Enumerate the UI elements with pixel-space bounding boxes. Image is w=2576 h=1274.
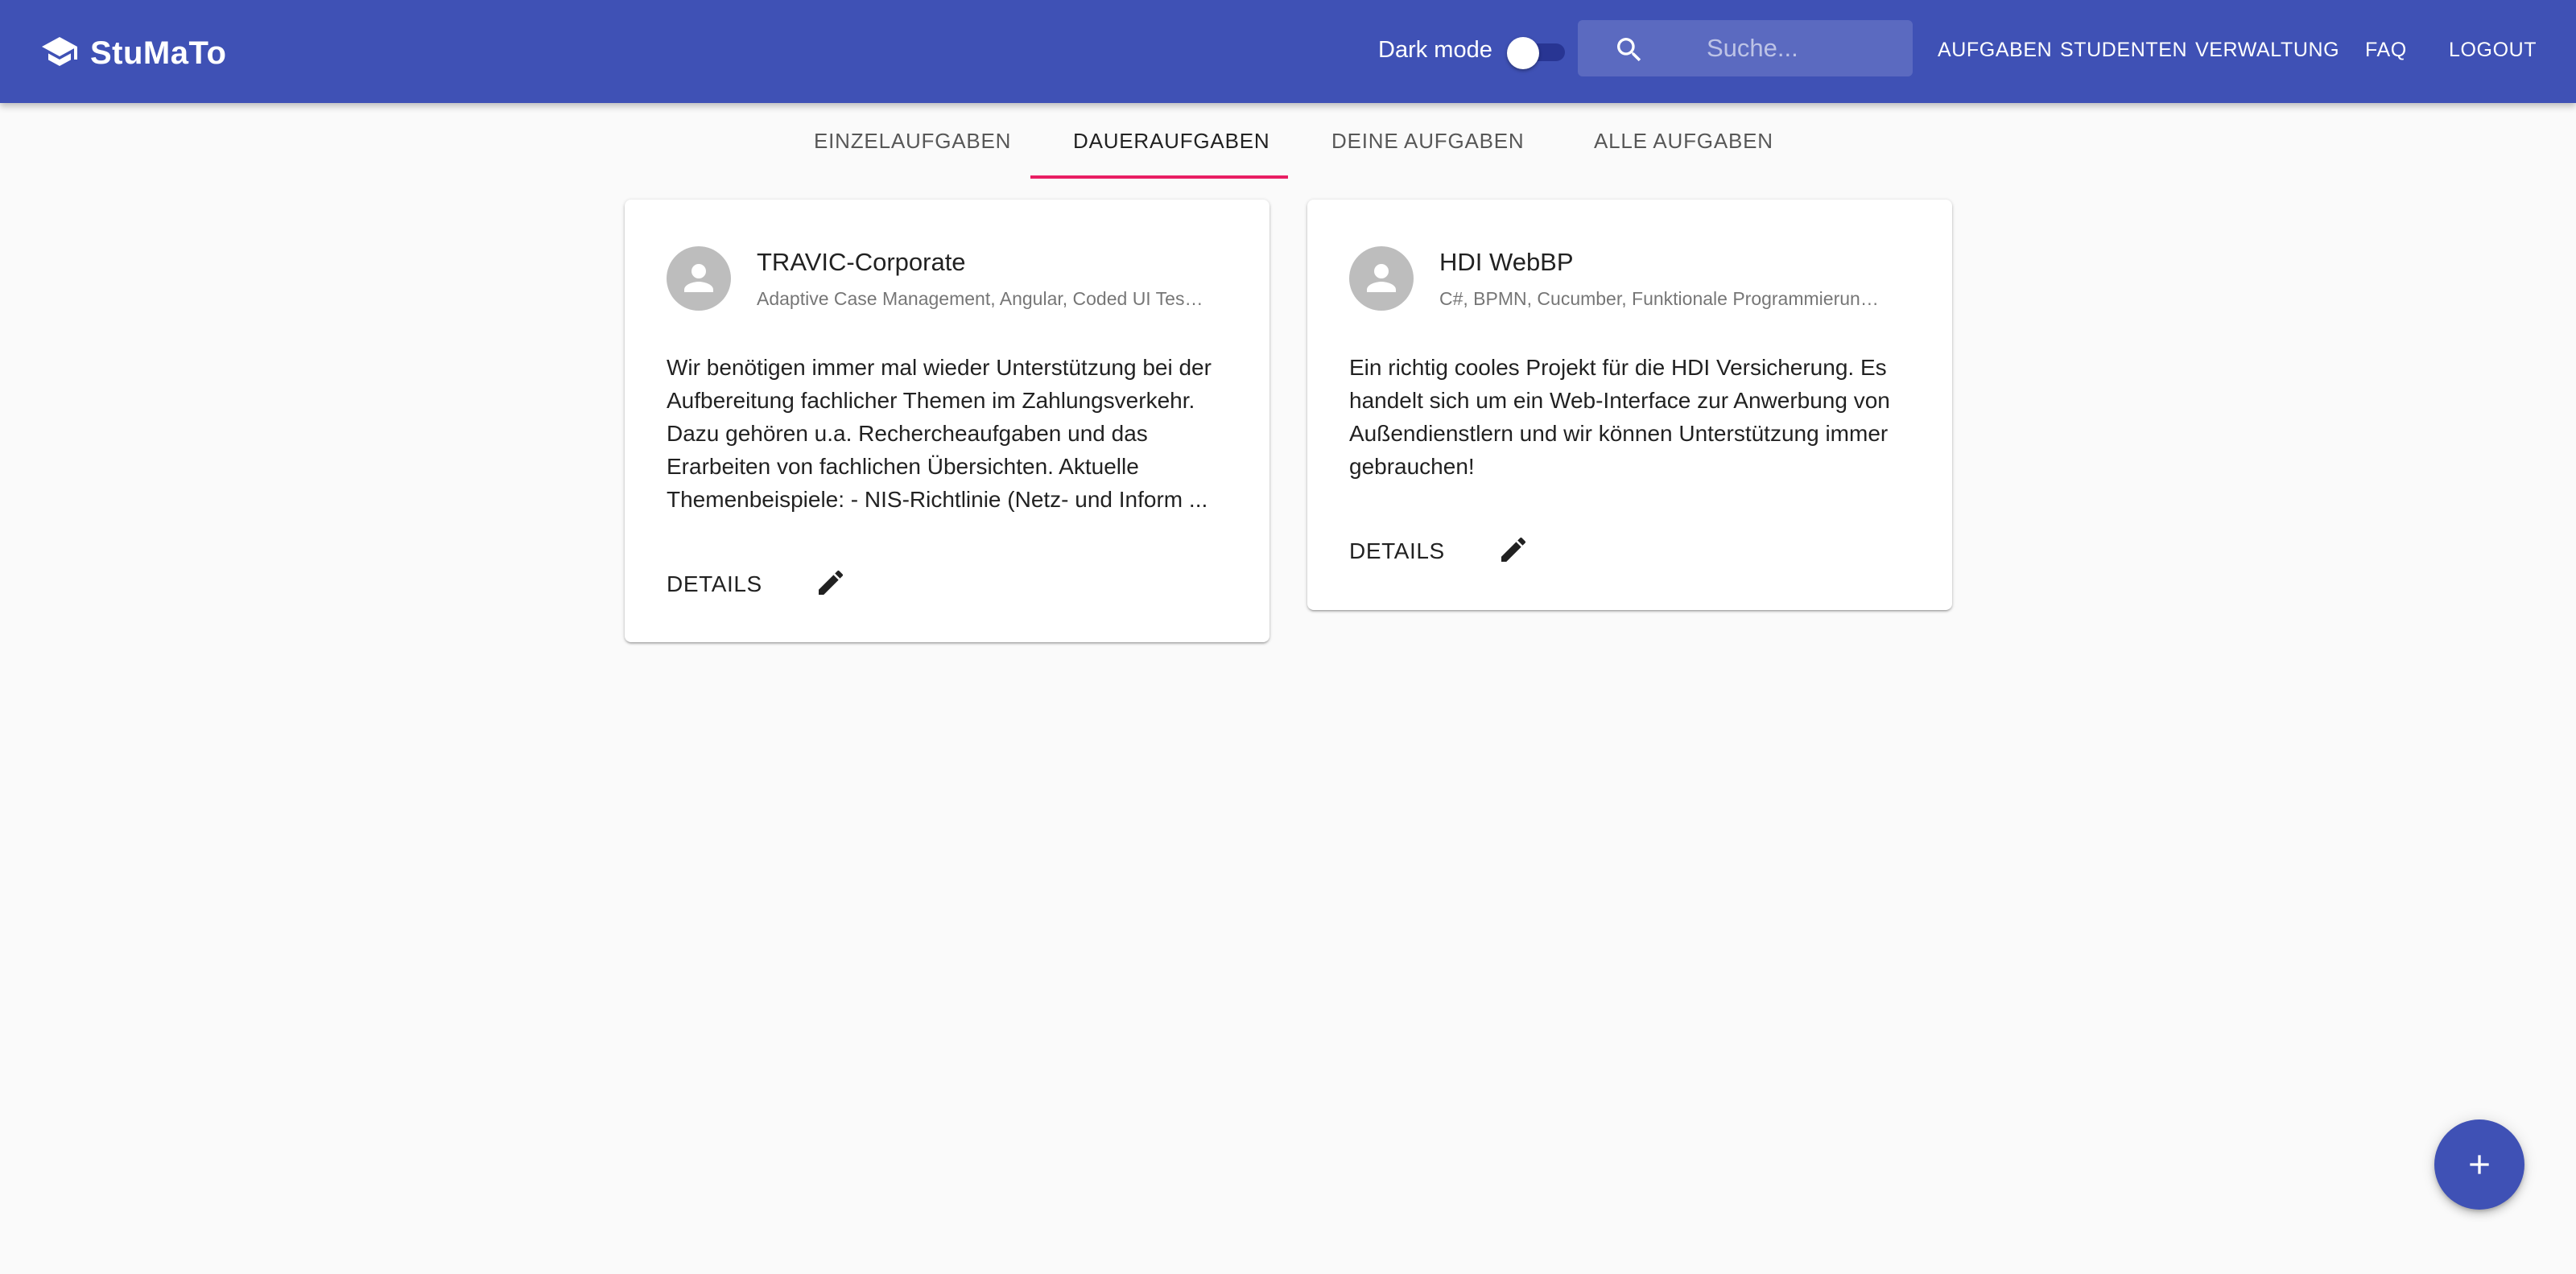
nav-aufgaben[interactable]: AUFGABEN <box>1938 39 2052 62</box>
nav-studenten[interactable]: STUDENTEN <box>2060 39 2187 62</box>
app-toolbar: StuMaTo Dark mode AUFGABEN STUDENTEN VER… <box>0 0 2576 103</box>
details-button[interactable]: DETAILS <box>1349 538 1445 564</box>
avatar <box>1349 246 1414 311</box>
card-title: HDI WebBP <box>1439 248 1574 276</box>
details-button[interactable]: DETAILS <box>667 571 762 597</box>
nav-faq[interactable]: FAQ <box>2365 39 2407 62</box>
nav-verwaltung[interactable]: VERWALTUNG <box>2195 39 2339 62</box>
person-icon <box>684 264 713 292</box>
school-icon <box>40 32 79 75</box>
tab-alle-aufgaben[interactable]: ALLE AUFGABEN <box>1594 129 1773 154</box>
dark-mode-toggle[interactable] <box>1507 35 1565 69</box>
brand-home-link[interactable]: StuMaTo <box>40 32 226 75</box>
nav-logout[interactable]: LOGOUT <box>2449 39 2537 62</box>
search-input[interactable] <box>1707 27 1900 70</box>
edit-icon[interactable] <box>815 567 847 599</box>
card-description: Wir benötigen immer mal wieder Unterstüt… <box>667 355 1212 512</box>
avatar <box>667 246 731 311</box>
toggle-thumb <box>1507 37 1539 69</box>
card-subtitle: C#, BPMN, Cucumber, Funktionale Programm… <box>1439 288 1887 309</box>
tab-daueraufgaben[interactable]: DAUERAUFGABEN <box>1073 129 1269 154</box>
edit-icon[interactable] <box>1497 534 1530 566</box>
card-description: Ein richtig cooles Projekt für die HDI V… <box>1349 355 1890 479</box>
active-tab-indicator <box>1030 175 1288 179</box>
person-icon <box>1367 264 1396 292</box>
dark-mode-label: Dark mode <box>1378 37 1492 63</box>
task-card: TRAVIC-Corporate Adaptive Case Managemen… <box>625 200 1269 642</box>
search-box <box>1578 20 1913 76</box>
search-icon <box>1613 34 1645 66</box>
card-subtitle: Adaptive Case Management, Angular, Coded… <box>757 288 1204 309</box>
add-task-button[interactable] <box>2434 1119 2524 1210</box>
plus-icon <box>2470 1155 2489 1174</box>
card-title: TRAVIC-Corporate <box>757 248 966 276</box>
task-card: HDI WebBP C#, BPMN, Cucumber, Funktional… <box>1307 200 1952 610</box>
tab-einzelaufgaben[interactable]: EINZELAUFGABEN <box>814 129 1011 154</box>
app-title: StuMaTo <box>90 35 227 71</box>
tab-deine-aufgaben[interactable]: DEINE AUFGABEN <box>1331 129 1524 154</box>
